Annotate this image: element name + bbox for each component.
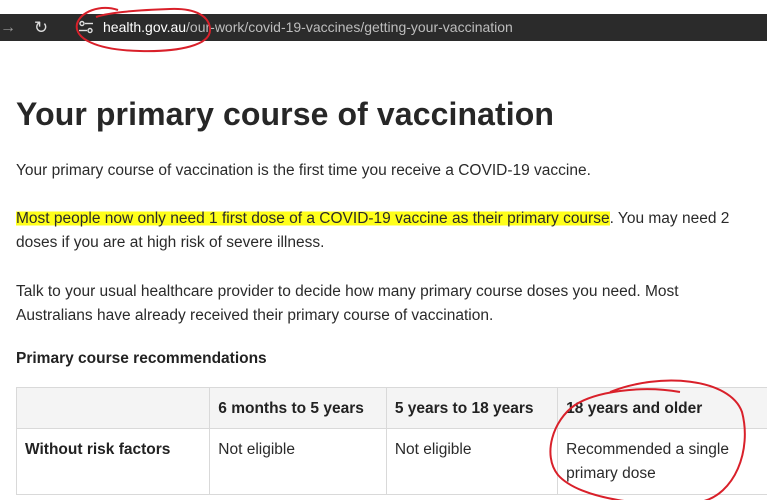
url-text[interactable]: health.gov.au/our-work/covid-19-vaccines… — [103, 14, 513, 41]
provider-paragraph: Talk to your usual healthcare provider t… — [16, 283, 679, 324]
forward-arrow-icon[interactable]: → — [0, 14, 16, 41]
dose-paragraph: Most people now only need 1 first dose o… — [16, 207, 756, 255]
url-path: /our-work/covid-19-vaccines/getting-your… — [186, 19, 513, 35]
table-header: 6 months to 5 years — [209, 387, 387, 429]
url-host: health.gov.au — [103, 19, 187, 35]
site-info-icon[interactable] — [78, 20, 94, 34]
page-title: Your primary course of vaccination — [16, 96, 555, 132]
intro-paragraph: Your primary course of vaccination is th… — [16, 162, 591, 179]
table-cell: Not eligible — [385, 428, 559, 495]
table-header: 18 years and older — [557, 387, 767, 429]
table-cell: Recommended a single primary dose — [557, 428, 767, 495]
table-header-empty — [15, 387, 211, 429]
section-heading: Primary course recommendations — [16, 350, 267, 367]
table-cell: Not eligible — [209, 428, 387, 495]
browser-toolbar: → ↻ health.gov.au/our-work/covid-19-vacc… — [0, 0, 767, 50]
table-header-row: 6 months to 5 years 5 years to 18 years … — [15, 387, 767, 429]
highlighted-text: Most people now only need 1 first dose o… — [16, 210, 610, 227]
recommendations-table: 6 months to 5 years 5 years to 18 years … — [15, 387, 767, 495]
table-header: 5 years to 18 years — [385, 387, 559, 429]
table-row: Without risk factors Not eligible Not el… — [15, 428, 767, 495]
reload-icon[interactable]: ↻ — [30, 14, 52, 41]
row-label: Without risk factors — [15, 428, 211, 495]
